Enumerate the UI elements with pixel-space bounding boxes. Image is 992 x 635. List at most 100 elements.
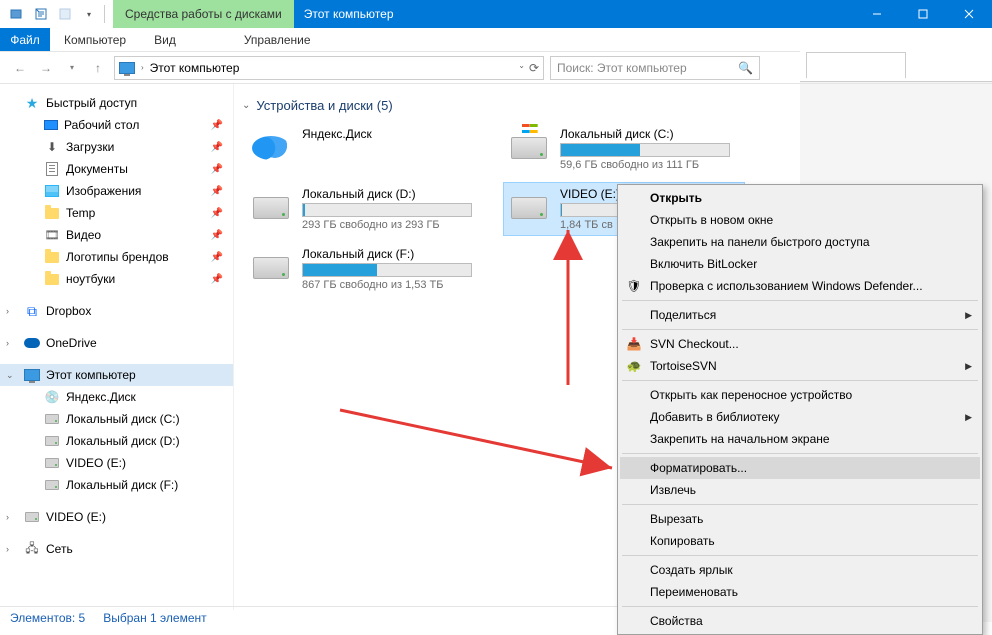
qat-icon-previous[interactable] (6, 3, 28, 25)
separator (622, 300, 978, 301)
back-button[interactable]: ← (10, 58, 30, 78)
drive-tile-yandex[interactable]: Яндекс.Диск (246, 123, 486, 175)
capacity-bar (560, 203, 618, 217)
ctx-open[interactable]: Открыть (620, 187, 980, 209)
sidebar-item-logos[interactable]: Логотипы брендов📌 (0, 246, 233, 268)
chevron-right-icon: › (6, 544, 9, 554)
sidebar-item-disk-f[interactable]: Локальный диск (F:) (0, 474, 233, 496)
drive-tile-f[interactable]: Локальный диск (F:) 867 ГБ свободно из 1… (246, 243, 486, 295)
sidebar-item-disk-d[interactable]: Локальный диск (D:) (0, 430, 233, 452)
chevron-right-icon: › (6, 306, 9, 316)
ctx-open-portable[interactable]: Открыть как переносное устройство (620, 384, 980, 406)
separator (622, 504, 978, 505)
search-input[interactable]: Поиск: Этот компьютер 🔍 (550, 56, 760, 80)
capacity-bar (302, 203, 472, 217)
recent-dropdown[interactable]: ▾ (62, 58, 82, 78)
ctx-format[interactable]: Форматировать... (620, 457, 980, 479)
sidebar-item-label: Этот компьютер (46, 368, 136, 382)
sidebar-item-label: Рабочий стол (64, 118, 139, 132)
downloads-icon: ⬇ (44, 139, 60, 155)
forward-button[interactable]: → (36, 58, 56, 78)
drive-tile-c[interactable]: Локальный диск (C:) 59,6 ГБ свободно из … (504, 123, 744, 175)
ctx-bitlocker[interactable]: Включить BitLocker (620, 253, 980, 275)
qat-icon-blank[interactable] (54, 3, 76, 25)
drive-name: Локальный диск (D:) (302, 187, 482, 201)
sidebar-item-documents[interactable]: Документы📌 (0, 158, 233, 180)
ctx-defender[interactable]: 🛡Проверка с использованием Windows Defen… (620, 275, 980, 297)
drive-icon (250, 247, 292, 289)
ctx-add-library[interactable]: Добавить в библиотеку▶ (620, 406, 980, 428)
sidebar-item-video[interactable]: 🎞Видео📌 (0, 224, 233, 246)
sidebar-quick-access[interactable]: ★Быстрый доступ (0, 92, 233, 114)
sidebar-item-video-e[interactable]: VIDEO (E:) (0, 452, 233, 474)
separator (622, 380, 978, 381)
capacity-text: 293 ГБ свободно из 293 ГБ (302, 219, 482, 231)
folder-icon (44, 249, 60, 265)
ctx-copy[interactable]: Копировать (620, 530, 980, 552)
pin-icon: 📌 (211, 252, 223, 263)
ctx-label: Форматировать... (650, 461, 747, 475)
maximize-button[interactable] (900, 0, 946, 28)
minimize-button[interactable] (854, 0, 900, 28)
sidebar-item-video-e-2[interactable]: ›VIDEO (E:) (0, 506, 233, 528)
ctx-label: Свойства (650, 614, 703, 628)
status-selected-count: Выбран 1 элемент (103, 611, 206, 625)
chevron-right-icon: › (6, 512, 9, 522)
drive-tile-d[interactable]: Локальный диск (D:) 293 ГБ свободно из 2… (246, 183, 486, 235)
group-header-devices[interactable]: ⌄ Устройства и диски (5) (238, 94, 992, 123)
ribbon-manage-tab[interactable]: Управление (230, 28, 325, 51)
chevron-down-icon: ⌄ (242, 100, 250, 111)
sidebar-item-pictures[interactable]: Изображения📌 (0, 180, 233, 202)
svn-icon: 📥 (626, 336, 642, 352)
ctx-eject[interactable]: Извлечь (620, 479, 980, 501)
qat-icon-properties[interactable] (30, 3, 52, 25)
drive-icon (24, 509, 40, 525)
ctx-cut[interactable]: Вырезать (620, 508, 980, 530)
capacity-text: 867 ГБ свободно из 1,53 ТБ (302, 279, 482, 291)
chevron-down-icon: ⌄ (6, 370, 14, 381)
ribbon-view-tab[interactable]: Вид (140, 28, 190, 51)
ctx-properties[interactable]: Свойства (620, 610, 980, 632)
ctx-svn-checkout[interactable]: 📥SVN Checkout... (620, 333, 980, 355)
ctx-open-new-window[interactable]: Открыть в новом окне (620, 209, 980, 231)
window-controls (854, 0, 992, 28)
sidebar-item-downloads[interactable]: ⬇Загрузки📌 (0, 136, 233, 158)
drive-icon (508, 187, 550, 229)
folder-icon (44, 271, 60, 287)
sidebar-item-label: Изображения (66, 184, 141, 198)
window-title: Этот компьютер (294, 0, 854, 28)
onedrive-icon (24, 335, 40, 351)
ctx-create-shortcut[interactable]: Создать ярлык (620, 559, 980, 581)
sidebar-network[interactable]: ›🖧Сеть (0, 538, 233, 560)
sidebar-item-yandex-disk[interactable]: 💿Яндекс.Диск (0, 386, 233, 408)
drive-name: Локальный диск (C:) (560, 127, 740, 141)
ctx-tortoise-svn[interactable]: 🐢TortoiseSVN▶ (620, 355, 980, 377)
sidebar-item-temp[interactable]: Temp📌 (0, 202, 233, 224)
qat-dropdown[interactable]: ▾ (78, 3, 100, 25)
ctx-pin-quick-access[interactable]: Закрепить на панели быстрого доступа (620, 231, 980, 253)
pin-icon: 📌 (211, 164, 223, 175)
sidebar-item-label: Загрузки (66, 140, 114, 154)
quick-access-toolbar: ▾ (0, 0, 113, 28)
sidebar-onedrive[interactable]: ›OneDrive (0, 332, 233, 354)
shield-icon: 🛡 (626, 278, 642, 294)
sidebar-this-pc[interactable]: ⌄ Этот компьютер (0, 364, 233, 386)
dropbox-icon: ⧉ (24, 303, 40, 319)
up-button[interactable]: ↑ (88, 58, 108, 78)
address-bar[interactable]: › Этот компьютер ⌄ ⟳ (114, 56, 544, 80)
sidebar-item-disk-c[interactable]: Локальный диск (C:) (0, 408, 233, 430)
ctx-share[interactable]: Поделиться▶ (620, 304, 980, 326)
close-button[interactable] (946, 0, 992, 28)
sidebar-dropbox[interactable]: ›⧉Dropbox (0, 300, 233, 322)
ctx-label: Копировать (650, 534, 715, 548)
ribbon-file-tab[interactable]: Файл (0, 28, 50, 51)
pin-icon: 📌 (211, 230, 223, 241)
ribbon-computer-tab[interactable]: Компьютер (50, 28, 140, 51)
ctx-pin-start[interactable]: Закрепить на начальном экране (620, 428, 980, 450)
refresh-icon[interactable]: ⟳ (529, 61, 539, 75)
address-dropdown-icon[interactable]: ⌄ (518, 61, 525, 75)
ctx-rename[interactable]: Переименовать (620, 581, 980, 603)
sidebar-item-notebooks[interactable]: ноутбуки📌 (0, 268, 233, 290)
chevron-right-icon: ▶ (965, 361, 972, 372)
sidebar-item-desktop[interactable]: Рабочий стол📌 (0, 114, 233, 136)
